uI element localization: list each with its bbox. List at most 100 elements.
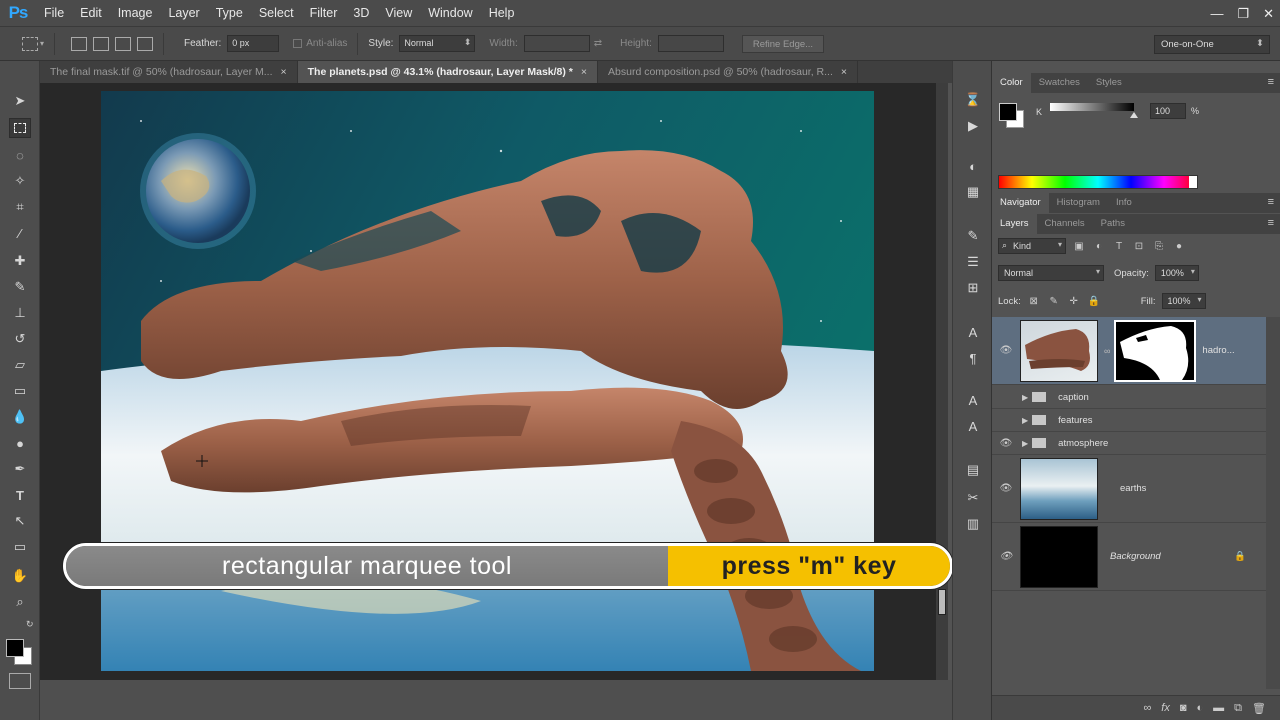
close-button[interactable]: ✕ — [1263, 6, 1274, 22]
k-slider-handle[interactable] — [1130, 112, 1138, 118]
expand-triangle-icon[interactable]: ▶ — [1022, 393, 1028, 402]
properties-icon[interactable]: ▦ — [963, 183, 983, 201]
menu-type[interactable]: Type — [208, 0, 251, 27]
rectangular-marquee-tool-icon[interactable] — [9, 118, 31, 138]
minimize-button[interactable]: — — [1210, 6, 1223, 21]
opacity-input[interactable]: 100% — [1154, 265, 1199, 281]
eraser-tool-icon[interactable]: ▱ — [9, 355, 31, 375]
swap-icon[interactable]: ⇄ — [594, 38, 602, 49]
style-select[interactable]: Normal ⬍ — [399, 35, 476, 52]
canvas-vertical-scrollbar[interactable] — [936, 83, 948, 680]
tab-swatches[interactable]: Swatches — [1031, 73, 1088, 93]
tab-paths[interactable]: Paths — [1093, 214, 1133, 234]
close-icon[interactable]: × — [841, 61, 847, 83]
panel-menu-icon[interactable]: ≡ — [1268, 196, 1274, 208]
link-icon[interactable]: ∞ — [1104, 346, 1110, 356]
menu-file[interactable]: File — [36, 0, 72, 27]
adjustment-layer-icon[interactable]: ◐ — [1197, 702, 1204, 714]
quick-mask-icon[interactable] — [9, 673, 31, 689]
close-icon[interactable]: × — [581, 61, 587, 83]
eye-icon[interactable]: 👁 — [992, 415, 1020, 426]
pen-tool-icon[interactable]: ✒ — [9, 459, 31, 479]
scrollbar-thumb[interactable] — [938, 589, 946, 615]
layer-row-hadrosaur[interactable]: 👁 ∞ hadro... — [992, 317, 1266, 385]
blend-mode-select[interactable]: Normal — [998, 265, 1104, 281]
workspace-select[interactable]: One-on-One ⬍ — [1154, 35, 1270, 54]
height-input[interactable] — [657, 35, 724, 52]
history-icon[interactable]: ⌛ — [963, 91, 983, 109]
layer-row-caption[interactable]: 👁 ▶ caption — [992, 386, 1266, 409]
filter-toggle-icon[interactable]: ● — [1172, 240, 1186, 252]
paragraph-styles-icon[interactable]: A — [963, 417, 983, 435]
tab-the-planets[interactable]: The planets.psd @ 43.1% (hadrosaur, Laye… — [297, 61, 599, 83]
menu-window[interactable]: Window — [420, 0, 480, 27]
hand-tool-icon[interactable]: ✋ — [9, 566, 31, 586]
antialias-checkbox[interactable] — [293, 39, 303, 48]
brush-tool-icon[interactable]: ✎ — [9, 277, 31, 297]
lock-image-icon[interactable]: ✎ — [1047, 295, 1061, 307]
swap-colors-icon[interactable]: ↻ — [26, 619, 34, 630]
k-value-input[interactable]: 100 — [1150, 103, 1186, 119]
eye-icon[interactable]: 👁 — [992, 345, 1020, 356]
feather-input[interactable]: 0 px — [227, 35, 280, 52]
lasso-tool-icon[interactable]: ◌ — [9, 145, 31, 165]
tab-info[interactable]: Info — [1108, 193, 1140, 213]
dodge-tool-icon[interactable]: ● — [9, 433, 31, 453]
menu-layer[interactable]: Layer — [160, 0, 207, 27]
filter-adjustment-icon[interactable]: ◐ — [1092, 240, 1106, 252]
tab-final-mask[interactable]: The final mask.tif @ 50% (hadrosaur, Lay… — [40, 61, 298, 83]
restore-button[interactable]: ❐ — [1237, 6, 1249, 22]
lock-position-icon[interactable]: ✛ — [1067, 295, 1081, 307]
eye-icon[interactable]: 👁 — [992, 483, 1020, 494]
new-group-icon[interactable]: ▬ — [1213, 702, 1224, 714]
subtract-selection-icon[interactable] — [115, 36, 132, 51]
add-selection-icon[interactable] — [93, 36, 110, 51]
preset-chevron-icon[interactable]: ▾ — [40, 39, 44, 48]
width-input[interactable] — [523, 35, 590, 52]
menu-select[interactable]: Select — [251, 0, 302, 27]
layer-mask-thumbnail[interactable] — [1114, 319, 1197, 382]
refine-edge-button[interactable]: Refine Edge... — [741, 34, 825, 53]
character-styles-icon[interactable]: A — [963, 391, 983, 409]
actions-play-icon[interactable]: ▶ — [963, 117, 983, 135]
panel-menu-icon[interactable]: ≡ — [1268, 217, 1274, 229]
panel-menu-icon[interactable]: ≡ — [1268, 76, 1274, 88]
filter-type-icon[interactable]: T — [1112, 240, 1126, 252]
path-selection-tool-icon[interactable]: ↖ — [9, 511, 31, 531]
tab-channels[interactable]: Channels — [1037, 214, 1093, 234]
menu-view[interactable]: View — [377, 0, 420, 27]
k-slider[interactable] — [1050, 103, 1134, 111]
fx-icon[interactable]: fx — [1161, 702, 1170, 714]
clone-source-icon[interactable]: ⊞ — [963, 279, 983, 297]
intersect-selection-icon[interactable] — [137, 36, 154, 51]
eye-icon[interactable]: 👁 — [992, 438, 1020, 449]
move-tool-icon[interactable]: ➤ — [9, 91, 31, 111]
eyedropper-tool-icon[interactable]: ⁄ — [9, 223, 31, 243]
layer-comps-icon[interactable]: ▤ — [963, 461, 983, 479]
marquee-preset-icon[interactable] — [22, 36, 38, 51]
expand-triangle-icon[interactable]: ▶ — [1022, 416, 1028, 425]
paragraph-icon[interactable]: ¶ — [963, 349, 983, 367]
layer-row-atmosphere[interactable]: 👁 ▶ atmosphere — [992, 432, 1266, 455]
layer-row-earths[interactable]: 👁 earths — [992, 455, 1266, 523]
tab-histogram[interactable]: Histogram — [1049, 193, 1108, 213]
delete-layer-icon[interactable]: 🗑 — [1252, 702, 1266, 715]
menu-filter[interactable]: Filter — [302, 0, 346, 27]
menu-edit[interactable]: Edit — [72, 0, 110, 27]
history-brush-tool-icon[interactable]: ↺ — [9, 329, 31, 349]
filter-kind-select[interactable]: ⌕ Kind — [998, 238, 1066, 254]
layers-scrollbar[interactable] — [1266, 317, 1280, 689]
tab-navigator[interactable]: Navigator — [992, 193, 1049, 213]
crop-tool-icon[interactable]: ⌗ — [9, 197, 31, 217]
menu-image[interactable]: Image — [110, 0, 161, 27]
canvas-area[interactable] — [40, 83, 936, 680]
color-panel-foreground-swatch[interactable] — [999, 103, 1017, 121]
foreground-color-swatch[interactable] — [6, 639, 24, 657]
color-spectrum[interactable] — [998, 175, 1198, 189]
zoom-tool-icon[interactable]: ⌕ — [9, 592, 31, 612]
blur-tool-icon[interactable]: 💧 — [9, 407, 31, 427]
brush-preset-icon[interactable]: ✎ — [963, 227, 983, 245]
close-icon[interactable]: × — [281, 61, 287, 83]
rectangle-tool-icon[interactable]: ▭ — [9, 537, 31, 557]
eye-icon[interactable]: 👁 — [992, 392, 1020, 403]
